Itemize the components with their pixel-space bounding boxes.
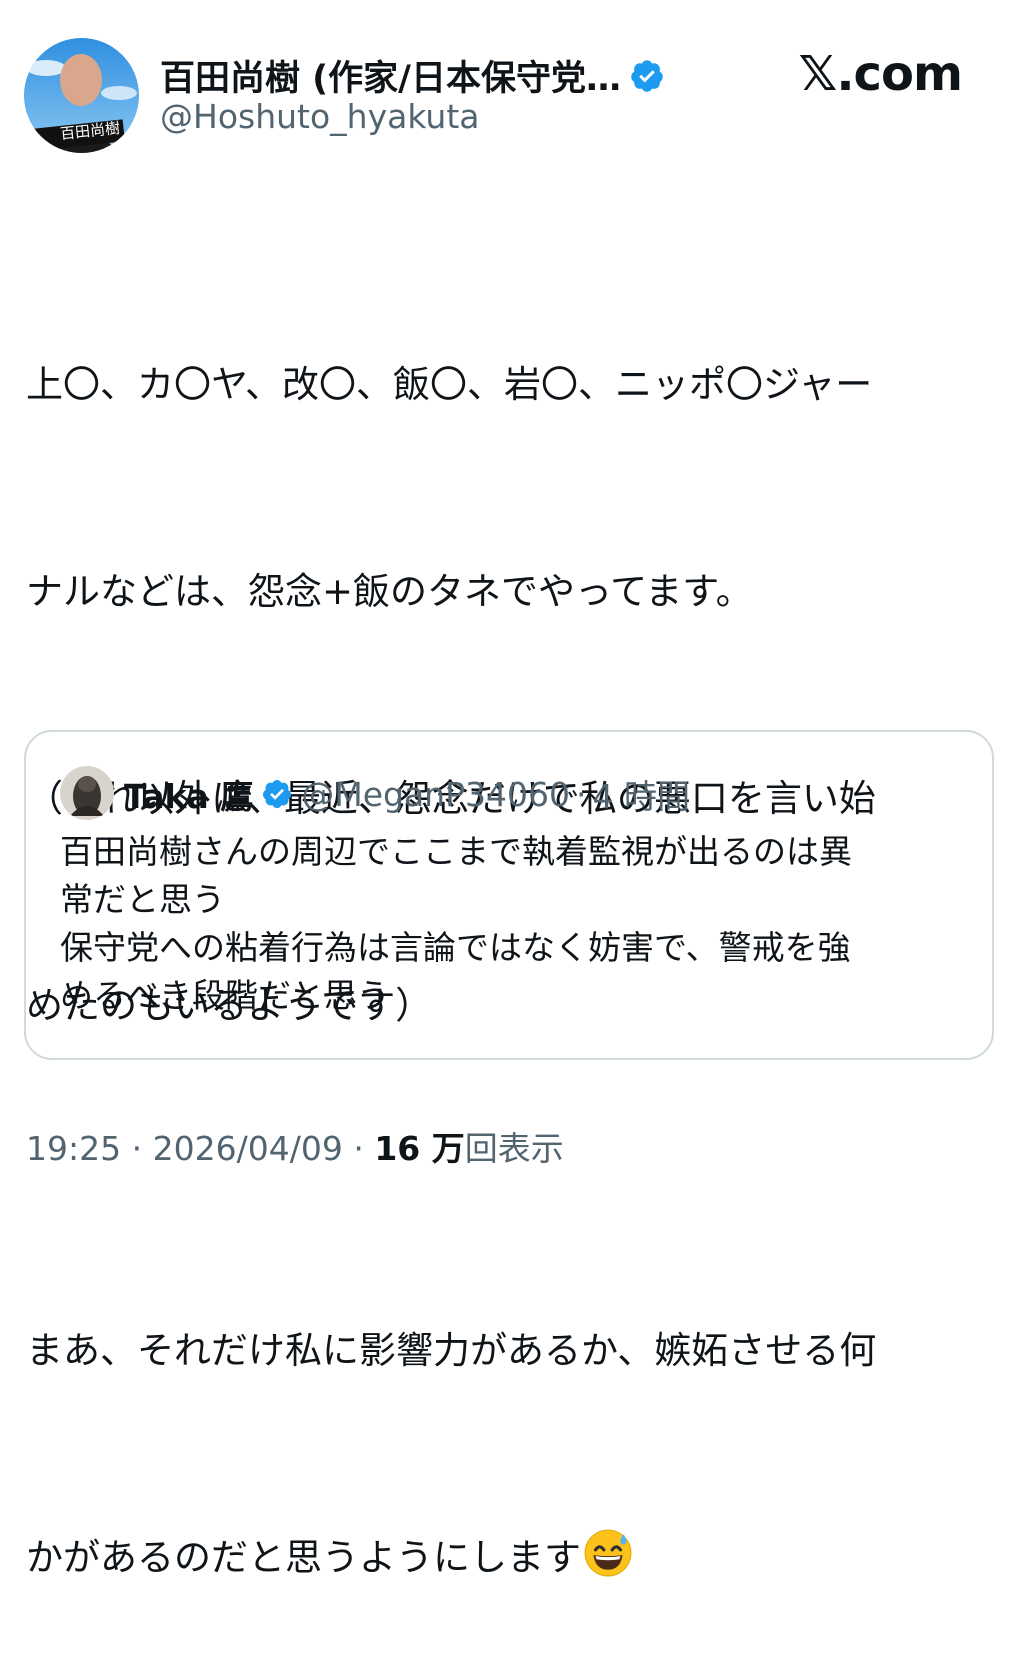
tweet-date[interactable]: 2026/04/09 [153,1129,343,1168]
tweet-line: 上〇、カ〇ヤ、改〇、飯〇、岩〇、ニッポ〇ジャー [26,363,873,406]
quote-separator: · [575,774,587,814]
views-label: 回表示 [464,1129,564,1168]
quote-avatar[interactable] [60,766,114,820]
tweet-line: ナルなどは、怨念+飯のタネでやってます。 [26,570,753,613]
author-handle[interactable]: @Hoshuto_hyakuta [160,97,480,136]
tweet-line-last: かがあるのだと思うようにします [26,1523,986,1592]
verified-badge-icon [631,59,663,92]
x-logo: 𝕏.com [798,46,963,102]
grinning-face-with-sweat-icon [584,1529,632,1577]
tweet-meta: 19:25 · 2026/04/09 · 16 万回表示 [26,1122,564,1170]
quote-line: 常だと思う [60,880,225,919]
quote-handle[interactable]: @MeganP34060 [301,775,570,814]
quote-line: めるべき段階だと思う [60,976,390,1015]
quote-timestamp[interactable]: 4 時間 [592,770,690,818]
tweet-line: まあ、それだけ私に影響力があるか、嫉妬させる何 [26,1329,877,1372]
quote-display-name[interactable]: Taka 鷹 [124,770,253,818]
verified-badge-icon [263,780,292,809]
quote-header: Taka 鷹 @MeganP34060 · 4 時間 [124,770,690,818]
quote-line: 保守党への粘着行為は言論ではなく妨害で、警戒を強 [60,928,851,967]
quote-text: 百田尚樹さんの周辺でここまで執着監視が出るのは異 常だと思う 保守党への粘着行為… [60,828,960,1020]
quote-line: 百田尚樹さんの周辺でここまで執着監視が出るのは異 [60,832,852,871]
meta-separator: · [353,1129,364,1168]
tweet-time[interactable]: 19:25 [26,1129,121,1168]
author-name[interactable]: 百田尚樹 (作家/日本保守党… [160,50,665,101]
author-display-name: 百田尚樹 (作家/日本保守党… [160,59,621,99]
tweet-line-text: かがあるのだと思うようにします [26,1536,581,1579]
meta-separator: · [131,1129,143,1168]
quoted-tweet-card[interactable]: Taka 鷹 @MeganP34060 · 4 時間 百田尚樹さんの周辺でここま… [24,730,994,1060]
author-avatar[interactable]: 百田尚樹 [24,38,139,153]
views-count[interactable]: 16 万 [374,1129,464,1168]
